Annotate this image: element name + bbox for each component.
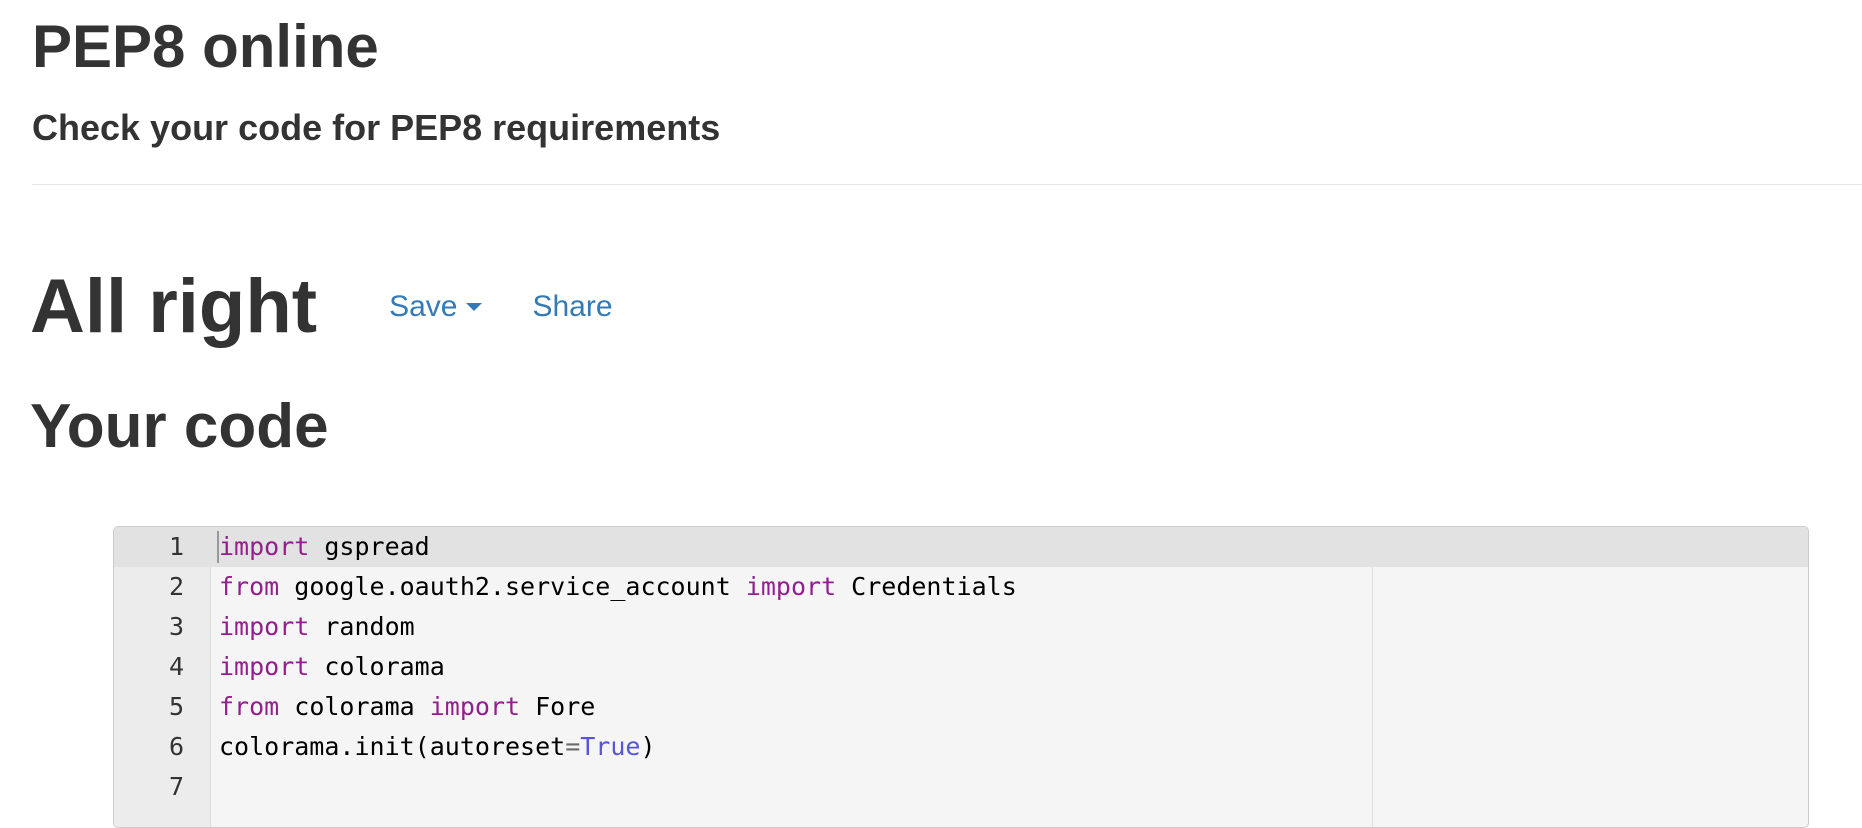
result-status-heading: All right bbox=[30, 264, 318, 349]
code-token: random bbox=[309, 612, 415, 641]
code-token: import bbox=[429, 692, 521, 721]
save-dropdown-button[interactable]: Save bbox=[389, 290, 483, 324]
code-token: Credentials bbox=[836, 572, 1017, 601]
code-token: colorama.init(autoreset bbox=[219, 732, 566, 761]
code-line[interactable]: 5 from colorama import Fore bbox=[114, 687, 1808, 727]
line-number: 1 bbox=[168, 532, 184, 561]
code-token: import bbox=[219, 652, 310, 681]
code-line[interactable]: 6 colorama.init(autoreset=True) bbox=[114, 727, 1808, 767]
page-title: PEP8 online bbox=[32, 13, 379, 80]
code-line[interactable]: 2 from google.oauth2.service_account impo… bbox=[114, 567, 1808, 607]
line-number: 4 bbox=[168, 652, 184, 681]
save-label: Save bbox=[389, 290, 458, 323]
code-line-text: colorama.init(autoreset=True) bbox=[219, 727, 656, 767]
line-number: 6 bbox=[168, 732, 184, 761]
code-line-text: from google.oauth2.service_account impor… bbox=[219, 567, 1017, 607]
code-token: gspread bbox=[309, 532, 430, 561]
code-line-text: import random bbox=[219, 607, 415, 647]
header-divider bbox=[32, 184, 1862, 185]
caret-down-icon bbox=[466, 303, 483, 311]
code-line-text: import colorama bbox=[219, 647, 445, 687]
line-number: 3 bbox=[168, 612, 184, 641]
code-token: import bbox=[219, 532, 310, 561]
code-line-text: import gspread bbox=[219, 527, 430, 567]
code-line[interactable]: 7 bbox=[114, 767, 1808, 807]
code-token: import bbox=[219, 612, 310, 641]
code-line[interactable]: 1 import gspread bbox=[114, 527, 1808, 567]
code-token: colorama bbox=[309, 652, 445, 681]
code-token: True bbox=[580, 732, 641, 761]
code-line[interactable]: 4 import colorama bbox=[114, 647, 1808, 687]
code-token: import bbox=[745, 572, 837, 601]
line-number: 2 bbox=[168, 572, 184, 601]
result-row: All right Save Share bbox=[30, 262, 613, 352]
code-token: google.oauth2.service_account bbox=[279, 572, 746, 601]
code-token: from bbox=[219, 692, 280, 721]
code-token: colorama bbox=[279, 692, 430, 721]
code-editor[interactable]: 1 import gspread 2 from google.oauth2.servi… bbox=[113, 526, 1809, 828]
text-cursor bbox=[217, 531, 219, 563]
code-lines: 1 import gspread 2 from google.oauth2.servi… bbox=[114, 527, 1808, 807]
code-section-heading: Your code bbox=[30, 392, 329, 461]
line-number: 5 bbox=[168, 692, 184, 721]
line-number: 7 bbox=[168, 772, 184, 801]
code-token: = bbox=[565, 732, 581, 761]
share-link[interactable]: Share bbox=[532, 290, 612, 324]
code-line-text: from colorama import Fore bbox=[219, 687, 595, 727]
code-token: from bbox=[219, 572, 280, 601]
code-token: Fore bbox=[520, 692, 596, 721]
code-token: ) bbox=[640, 732, 656, 761]
code-line[interactable]: 3 import random bbox=[114, 607, 1808, 647]
page-subtitle: Check your code for PEP8 requirements bbox=[32, 107, 721, 148]
